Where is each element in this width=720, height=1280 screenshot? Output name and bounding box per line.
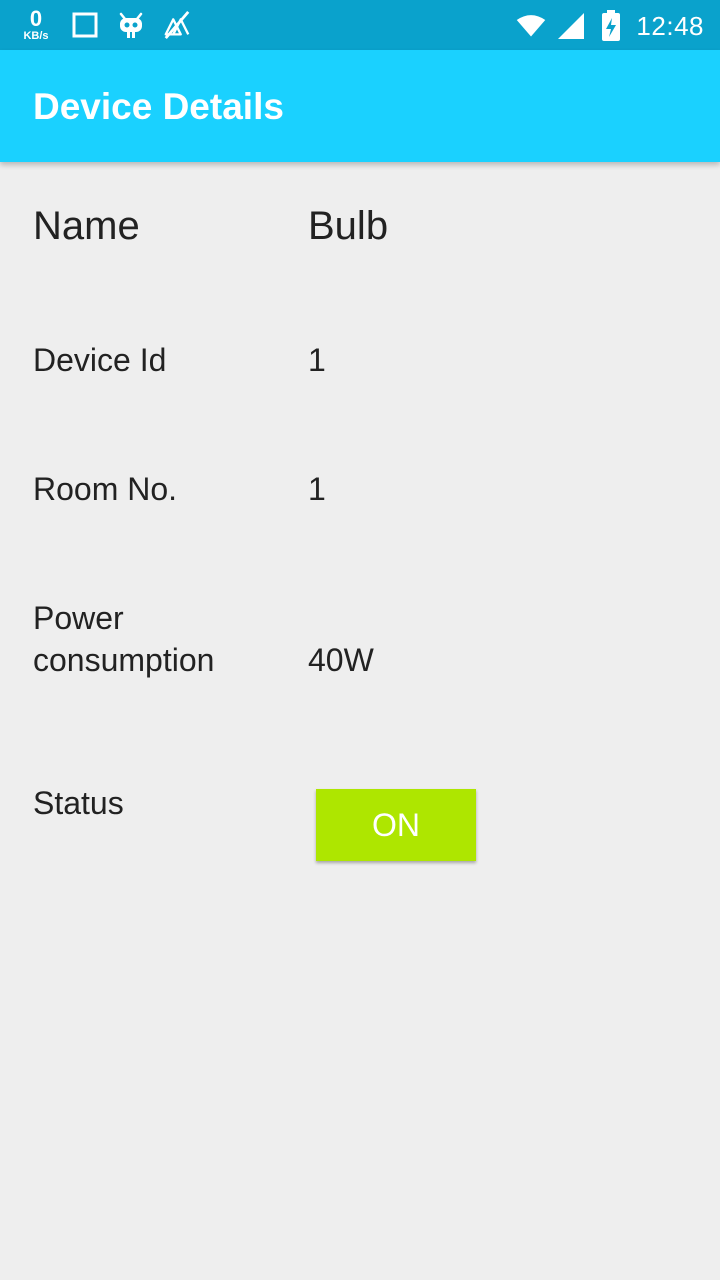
power-label-line1: Power: [33, 600, 124, 636]
room-no-label: Room No.: [33, 471, 178, 507]
status-label: Status: [33, 785, 124, 821]
signal-icon: [556, 11, 586, 41]
name-label: Name: [33, 204, 140, 248]
clock: 12:48: [636, 10, 704, 41]
app-bar: Device Details: [0, 50, 720, 162]
no-location-icon: [162, 10, 192, 40]
status-toggle-button[interactable]: ON: [316, 789, 476, 861]
page-title: Device Details: [33, 86, 284, 127]
power-label-line2: consumption: [33, 642, 215, 678]
device-id-value: 1: [308, 342, 326, 378]
net-speed-value: 0: [29, 6, 43, 31]
net-speed-unit: KB/s: [23, 30, 49, 42]
device-id-label: Device Id: [33, 342, 167, 378]
net-speed-indicator: 0 KB/s: [18, 8, 54, 42]
room-no-value: 1: [308, 471, 326, 507]
status-bar: 0 KB/s 12:48: [0, 0, 720, 50]
square-icon: [70, 10, 100, 40]
power-value: 40W: [308, 642, 374, 678]
name-value: Bulb: [308, 204, 389, 248]
wifi-icon: [516, 11, 546, 41]
robot-icon: [116, 10, 146, 40]
battery-charging-icon: [596, 10, 626, 41]
